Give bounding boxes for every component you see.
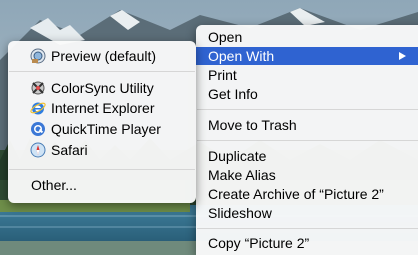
menu-item-create-archive[interactable]: Create Archive of “Picture 2” (196, 185, 418, 203)
safari-icon (30, 142, 46, 158)
submenu-item-label: Safari (51, 142, 88, 158)
menu-item-label: Get Info (208, 86, 258, 102)
submenu-item-internet-explorer[interactable]: Internet Explorer (8, 99, 196, 117)
submenu-arrow-icon (399, 52, 406, 60)
menu-item-copy[interactable]: Copy “Picture 2” (196, 234, 418, 252)
menu-item-open[interactable]: Open (196, 28, 418, 46)
menu-item-duplicate[interactable]: Duplicate (196, 147, 418, 165)
menu-item-label: Create Archive of “Picture 2” (208, 186, 384, 202)
menu-separator (197, 140, 418, 141)
submenu-item-label: QuickTime Player (51, 121, 161, 137)
menu-item-slideshow[interactable]: Slideshow (196, 204, 418, 222)
preview-icon (30, 48, 46, 64)
menu-item-label: Open With (208, 48, 275, 64)
submenu-item-label: Other... (31, 177, 77, 193)
submenu-item-safari[interactable]: Safari (8, 141, 196, 159)
colorsync-icon (30, 80, 46, 96)
submenu-item-other[interactable]: Other... (8, 176, 196, 194)
menu-item-label: Open (208, 29, 243, 45)
menu-item-move-to-trash[interactable]: Move to Trash (196, 116, 418, 134)
menu-separator (9, 71, 195, 72)
menu-item-label: Move to Trash (208, 117, 297, 133)
submenu-item-preview[interactable]: Preview (default) (8, 47, 196, 65)
menu-item-label: Duplicate (208, 148, 267, 164)
menu-item-print[interactable]: Print (196, 66, 418, 84)
submenu-item-colorsync[interactable]: ColorSync Utility (8, 79, 196, 97)
submenu-item-label: Preview (default) (51, 48, 157, 64)
submenu-item-label: Internet Explorer (51, 100, 155, 116)
menu-item-make-alias[interactable]: Make Alias (196, 166, 418, 184)
file-context-menu: Open Open With Print Get Info Move to Tr… (196, 25, 418, 255)
submenu-item-label: ColorSync Utility (51, 80, 154, 96)
menu-item-label: Make Alias (208, 167, 276, 183)
menu-separator (197, 228, 418, 229)
open-with-submenu: Preview (default) ColorSync Utility Inte… (8, 41, 196, 203)
submenu-item-quicktime[interactable]: QuickTime Player (8, 120, 196, 138)
menu-separator (9, 169, 195, 170)
menu-item-get-info[interactable]: Get Info (196, 85, 418, 103)
menu-separator (197, 109, 418, 110)
menu-item-label: Print (208, 67, 237, 83)
menu-item-open-with[interactable]: Open With (196, 47, 418, 65)
quicktime-icon (30, 121, 46, 137)
menu-item-label: Copy “Picture 2” (208, 235, 310, 251)
menu-item-label: Slideshow (208, 205, 272, 221)
internet-explorer-icon (30, 100, 46, 116)
